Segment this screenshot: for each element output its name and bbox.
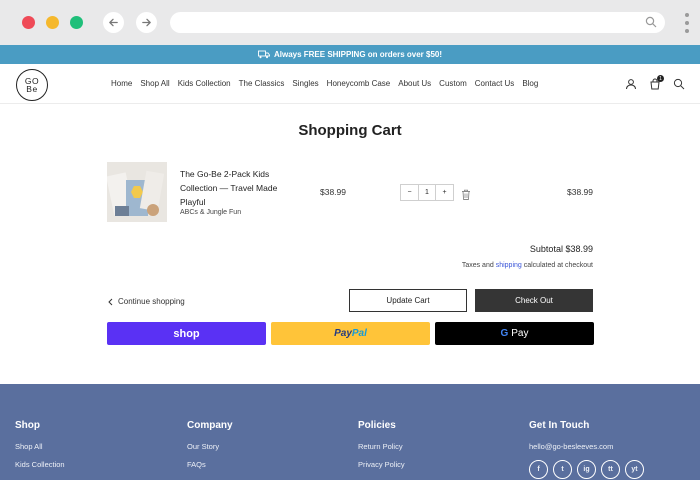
site-header: GO Be Home Shop All Kids Collection The … — [0, 64, 700, 104]
subtotal: Subtotal $38.99 — [530, 244, 593, 254]
nav-item-custom[interactable]: Custom — [439, 79, 467, 88]
brand-logo[interactable]: GO Be — [16, 69, 48, 101]
browser-menu-icon[interactable] — [685, 13, 689, 33]
footer-link-kids-collection[interactable]: Kids Collection — [15, 460, 65, 469]
increase-quantity-button[interactable]: + — [436, 185, 453, 200]
line-item-total: $38.99 — [567, 187, 593, 197]
nav-item-the-classics[interactable]: The Classics — [239, 79, 285, 88]
subtotal-label: Subtotal — [529, 244, 563, 254]
nav-item-singles[interactable]: Singles — [292, 79, 318, 88]
footer-link-faqs[interactable]: FAQs — [187, 460, 233, 469]
footer-heading-shop: Shop — [15, 420, 40, 431]
nav-item-kids-collection[interactable]: Kids Collection — [178, 79, 231, 88]
taxes-note: Taxes and shipping calculated at checkou… — [462, 262, 593, 269]
footer-heading-policies: Policies — [358, 420, 396, 431]
cart-count-badge: 1 — [657, 75, 664, 82]
arrow-left-icon — [109, 18, 118, 27]
close-window-button[interactable] — [22, 16, 35, 29]
minimize-window-button[interactable] — [46, 16, 59, 29]
main-nav: Home Shop All Kids Collection The Classi… — [111, 79, 538, 88]
social-links: f t ig tt yt — [529, 460, 644, 479]
footer-link-our-story[interactable]: Our Story — [187, 442, 233, 451]
product-variant: ABCs & Jungle Fun — [180, 209, 242, 216]
paypal-label-pay: Pay — [334, 328, 352, 339]
google-pay-label: Pay — [511, 328, 529, 339]
account-icon[interactable] — [625, 77, 637, 95]
search-icon[interactable] — [673, 77, 685, 95]
cart-icon[interactable]: 1 — [649, 75, 664, 95]
youtube-icon[interactable]: yt — [625, 460, 644, 479]
google-g-icon: G — [500, 328, 509, 339]
site-footer: Shop Shop All Kids Collection Company Ou… — [0, 384, 700, 480]
shop-pay-button[interactable]: shop — [107, 322, 266, 345]
footer-link-privacy-policy[interactable]: Privacy Policy — [358, 460, 405, 469]
twitter-icon[interactable]: t — [553, 460, 572, 479]
shop-pay-label: shop — [173, 327, 200, 340]
tiktok-icon[interactable]: tt — [601, 460, 620, 479]
decrease-quantity-button[interactable]: − — [401, 185, 418, 200]
logo-text-bottom: Be — [26, 84, 38, 94]
paypal-button[interactable]: Pay Pal — [271, 322, 430, 345]
product-name[interactable]: The Go-Be 2-Pack Kids Collection — Trave… — [180, 167, 295, 209]
footer-heading-contact: Get In Touch — [529, 420, 590, 431]
quantity-input[interactable]: 1 — [418, 185, 436, 200]
google-pay-button[interactable]: G Pay — [435, 322, 594, 345]
footer-heading-company: Company — [187, 420, 233, 431]
footer-email-link[interactable]: hello@go-besleeves.com — [529, 442, 644, 451]
shipping-link[interactable]: shipping — [496, 262, 522, 269]
browser-back-button[interactable] — [103, 12, 124, 33]
instagram-icon[interactable]: ig — [577, 460, 596, 479]
nav-item-contact-us[interactable]: Contact Us — [475, 79, 515, 88]
browser-chrome — [0, 0, 700, 45]
product-thumbnail[interactable] — [107, 162, 167, 222]
footer-col-policies: Policies Return Policy Privacy Policy — [358, 420, 405, 478]
page-title: Shopping Cart — [298, 122, 402, 139]
update-cart-button[interactable]: Update Cart — [349, 289, 467, 312]
nav-item-shop-all[interactable]: Shop All — [140, 79, 169, 88]
arrow-right-icon — [142, 18, 151, 27]
continue-shopping-label: Continue shopping — [118, 297, 185, 306]
nav-item-honeycomb-case[interactable]: Honeycomb Case — [327, 79, 391, 88]
announcement-bar: Always FREE SHIPPING on orders over $50! — [0, 45, 700, 64]
nav-item-blog[interactable]: Blog — [522, 79, 538, 88]
address-bar[interactable] — [170, 12, 665, 33]
nav-item-about-us[interactable]: About Us — [398, 79, 431, 88]
footer-col-contact: Get In Touch hello@go-besleeves.com f t … — [529, 420, 644, 480]
paypal-label-pal: Pal — [351, 328, 367, 339]
taxes-prefix: Taxes and — [461, 262, 494, 269]
maximize-window-button[interactable] — [70, 16, 83, 29]
announcement-text: Always FREE SHIPPING on orders over $50! — [273, 50, 443, 59]
product-price: $38.99 — [320, 187, 346, 197]
footer-col-company: Company Our Story FAQs — [187, 420, 233, 478]
footer-col-shop: Shop Shop All Kids Collection — [15, 420, 65, 478]
checkout-button[interactable]: Check Out — [475, 289, 593, 312]
trash-icon[interactable] — [461, 187, 471, 205]
taxes-suffix: calculated at checkout — [523, 262, 593, 269]
nav-item-home[interactable]: Home — [111, 79, 132, 88]
chevron-left-icon — [108, 298, 113, 305]
quantity-stepper: − 1 + — [400, 184, 454, 201]
search-icon — [645, 16, 657, 28]
browser-forward-button[interactable] — [136, 12, 157, 33]
continue-shopping-link[interactable]: Continue shopping — [107, 297, 185, 306]
truck-icon — [258, 50, 270, 59]
footer-link-return-policy[interactable]: Return Policy — [358, 442, 405, 451]
footer-link-shop-all[interactable]: Shop All — [15, 442, 65, 451]
subtotal-value: $38.99 — [565, 244, 593, 254]
facebook-icon[interactable]: f — [529, 460, 548, 479]
